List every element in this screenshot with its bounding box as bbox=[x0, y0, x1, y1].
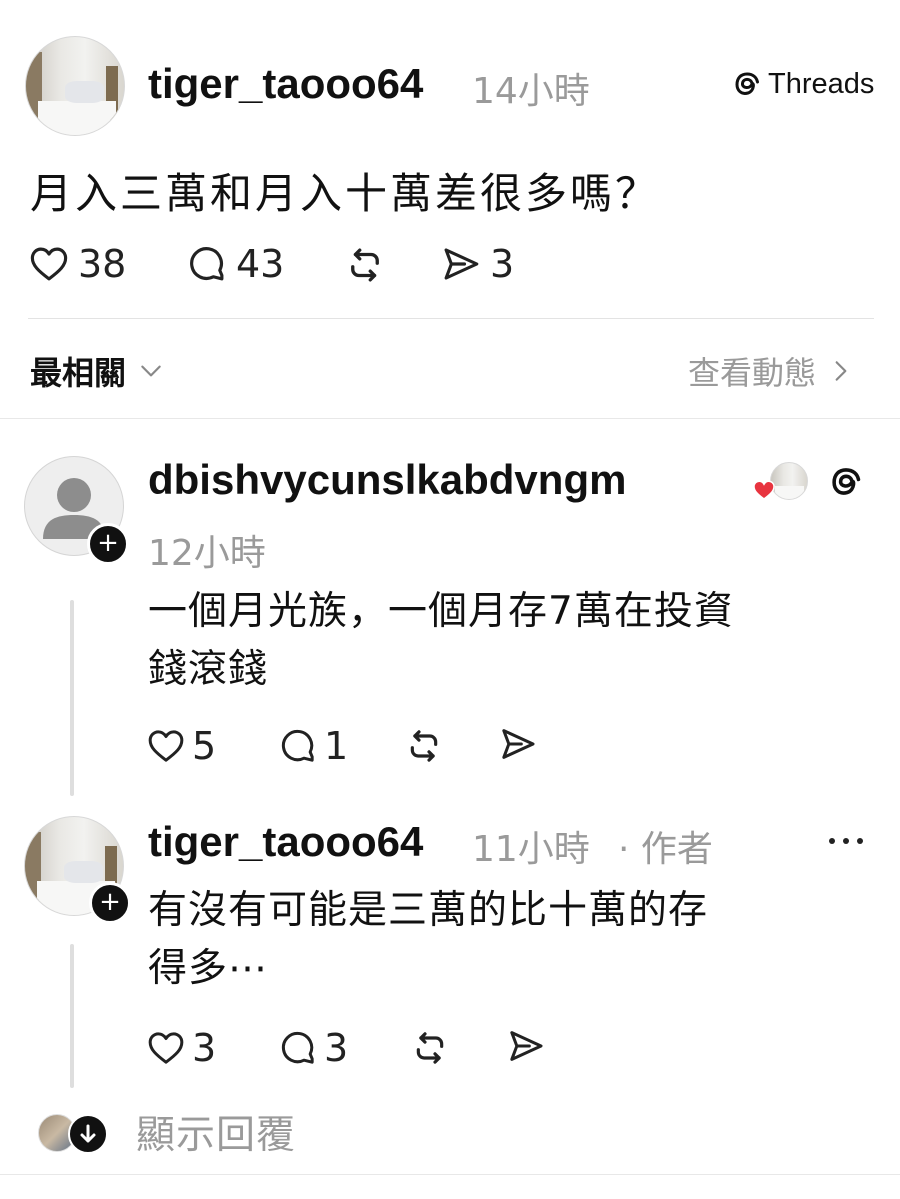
avatar-photo-detail bbox=[37, 100, 117, 135]
post-username[interactable]: tiger_taooo64 bbox=[148, 60, 423, 108]
replier-mini-avatar bbox=[38, 1112, 108, 1154]
liked-by-author-indicator bbox=[752, 462, 810, 502]
reply-like-count: 5 bbox=[192, 724, 217, 768]
threads-icon bbox=[832, 468, 861, 495]
comment-count: 43 bbox=[236, 242, 285, 286]
down-arrow-badge bbox=[68, 1114, 108, 1154]
reply-like-button[interactable]: 3 bbox=[146, 1026, 216, 1070]
reply-username[interactable]: tiger_taooo64 bbox=[148, 818, 423, 866]
view-activity-label: 查看動態 bbox=[688, 354, 817, 392]
avatar-photo-detail bbox=[775, 486, 805, 499]
avatar-photo-detail bbox=[64, 861, 104, 883]
reply-repost-button[interactable] bbox=[404, 726, 444, 766]
reply-text-line: 有沒有可能是三萬的比十萬的存 bbox=[148, 888, 709, 933]
share-button[interactable]: 3 bbox=[440, 242, 514, 286]
more-icon bbox=[829, 838, 863, 844]
post-text: 月入三萬和月入十萬差很多嗎？ bbox=[30, 169, 661, 218]
thread-line bbox=[70, 944, 74, 1088]
thread-line bbox=[70, 600, 74, 796]
more-options-button[interactable] bbox=[826, 826, 866, 856]
sort-label: 最相關 bbox=[30, 354, 127, 392]
sort-dropdown[interactable]: 最相關 bbox=[30, 348, 164, 394]
reply-comment-count: 3 bbox=[324, 1026, 349, 1070]
heart-icon bbox=[148, 730, 184, 762]
reply-username[interactable]: dbishvycunslkabdvngm bbox=[148, 456, 626, 504]
threads-badge: Threads bbox=[732, 68, 874, 101]
reply-text-line: 一個月光族，一個月存7萬在投資 bbox=[148, 589, 734, 634]
threads-icon bbox=[735, 71, 759, 95]
reply-text: 有沒有可能是三萬的比十萬的存 得多⋯ bbox=[148, 882, 708, 998]
heart-icon bbox=[148, 1032, 184, 1064]
reply-comment-button[interactable]: 3 bbox=[278, 1026, 348, 1070]
reply-text-line: 得多⋯ bbox=[148, 946, 269, 991]
post-time: 14小時 bbox=[472, 71, 590, 112]
like-button[interactable]: 38 bbox=[28, 242, 126, 286]
reply-like-count: 3 bbox=[192, 1026, 217, 1070]
like-count: 38 bbox=[78, 242, 127, 286]
reply-share-button[interactable] bbox=[506, 1026, 546, 1066]
heart-icon bbox=[30, 247, 68, 281]
chevron-down-icon bbox=[141, 365, 161, 377]
comment-icon bbox=[281, 1031, 314, 1064]
threads-badge-label: Threads bbox=[768, 68, 875, 100]
reply-like-button[interactable]: 5 bbox=[146, 724, 216, 768]
heart-filled-icon bbox=[753, 480, 775, 500]
view-activity-link[interactable]: 查看動態 bbox=[688, 348, 854, 394]
avatar-photo-detail bbox=[65, 81, 105, 103]
repost-icon bbox=[416, 1032, 444, 1064]
send-icon bbox=[510, 1031, 543, 1061]
reply-repost-button[interactable] bbox=[410, 1028, 450, 1068]
follow-plus-button[interactable]: + bbox=[87, 523, 129, 565]
chevron-right-icon bbox=[835, 361, 847, 381]
comment-icon bbox=[281, 729, 314, 762]
repost-button[interactable] bbox=[344, 244, 386, 286]
author-tag: · 作者 bbox=[618, 829, 713, 870]
repost-icon bbox=[351, 248, 379, 282]
reply-comment-count: 1 bbox=[324, 724, 349, 768]
comment-button[interactable]: 43 bbox=[186, 242, 284, 286]
reply-comment-button[interactable]: 1 bbox=[278, 724, 348, 768]
reply-text-line: 錢滾錢 bbox=[148, 647, 269, 692]
repost-icon bbox=[410, 730, 438, 762]
reply-text: 一個月光族，一個月存7萬在投資 錢滾錢 bbox=[148, 583, 734, 699]
reply-time: 11小時 bbox=[472, 829, 590, 870]
share-count: 3 bbox=[490, 242, 515, 286]
arrow-down-icon bbox=[80, 1124, 96, 1143]
follow-plus-button[interactable]: + bbox=[89, 882, 131, 924]
section-divider bbox=[0, 418, 900, 419]
comment-icon bbox=[190, 247, 224, 281]
post-divider bbox=[28, 318, 874, 319]
send-icon bbox=[444, 248, 479, 280]
show-replies-button[interactable]: 顯示回覆 bbox=[38, 1104, 296, 1160]
show-replies-label: 顯示回覆 bbox=[136, 1113, 297, 1158]
reply-share-button[interactable] bbox=[498, 724, 538, 764]
send-icon bbox=[502, 729, 535, 759]
reply-time: 12小時 bbox=[148, 533, 266, 574]
bottom-divider bbox=[0, 1174, 900, 1175]
post-avatar[interactable] bbox=[25, 36, 125, 136]
